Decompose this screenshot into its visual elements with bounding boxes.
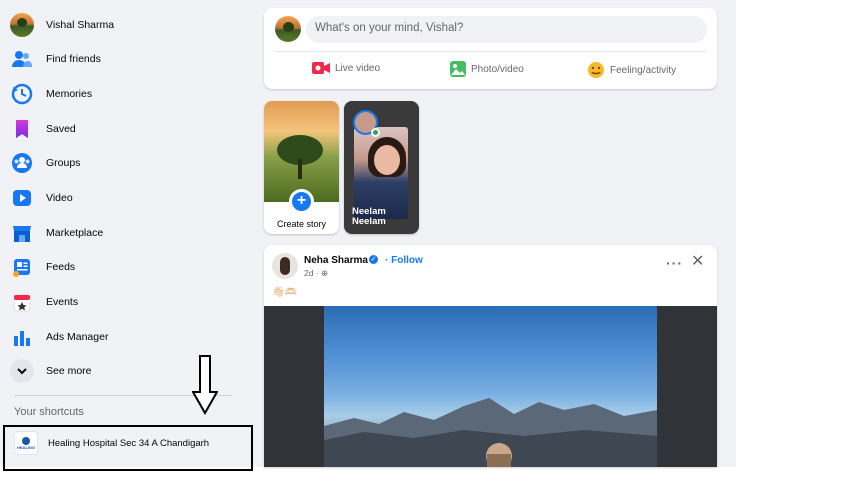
post-media[interactable] [264,306,717,467]
sidebar-item-label: Memories [46,88,93,100]
marketplace-icon [10,221,34,245]
photo-video-button[interactable]: Photo/video [450,61,524,77]
post-photo [324,306,657,467]
see-more-label: See more [46,365,92,377]
photo-video-label: Photo/video [471,63,524,75]
see-more-button[interactable]: See more [10,356,92,386]
create-story-label: Create story [276,219,327,229]
sidebar-profile[interactable]: Vishal Sharma [10,10,114,40]
saved-icon [10,117,34,141]
chevron-down-icon [10,359,34,383]
sidebar-item-find-friends[interactable]: Find friends [10,44,101,74]
down-arrow-annotation-icon [192,355,218,415]
friends-icon [10,47,34,71]
sidebar-item-label: Saved [46,123,76,135]
sidebar-item-label: Ads Manager [46,331,109,343]
shortcut-label: Healing Hospital Sec 34 A Chandigarh [48,437,210,449]
create-story-card[interactable]: + Create story [264,101,339,234]
profile-name: Vishal Sharma [46,19,115,31]
composer-avatar[interactable] [275,16,301,42]
profile-avatar [10,13,34,37]
post-composer: What's on your mind, Vishal? Live video … [264,8,717,89]
live-video-label: Live video [335,62,381,74]
sidebar-item-events[interactable]: Events [10,287,78,317]
shortcut-item-healing-hospital[interactable]: HEALING Healing Hospital Sec 34 A Chandi… [14,428,209,458]
composer-divider [274,51,707,52]
post-time[interactable]: 2d · ⊕ [304,268,328,279]
sidebar-item-saved[interactable]: Saved [10,114,76,144]
sidebar-item-label: Video [46,192,73,204]
post-author-name[interactable]: Neha Sharma [304,255,368,266]
globe-icon: ⊕ [321,268,329,278]
sidebar-item-video[interactable]: Video [10,183,73,213]
verified-badge-icon: ✓ [369,255,378,264]
feeds-icon [10,255,34,279]
friend-story-card[interactable]: Neelam Neelam [344,101,419,234]
sidebar-item-memories[interactable]: Memories [10,79,92,109]
post-text: 👋🏻🫶🏻 [272,287,297,298]
feeling-activity-label: Feeling/activity [610,64,677,76]
sidebar-item-label: Marketplace [46,227,104,239]
live-video-icon [312,62,330,74]
feed-post: Neha Sharma ✓ · Follow 2d · ⊕ ··· ✕ 👋🏻🫶🏻 [264,245,717,467]
sidebar-item-label: Groups [46,157,81,169]
healing-hospital-logo: HEALING [14,431,38,455]
groups-icon [10,151,34,175]
ads-manager-icon [10,325,34,349]
sidebar-item-marketplace[interactable]: Marketplace [10,218,103,248]
sidebar-item-feeds[interactable]: Feeds [10,252,75,282]
sidebar-item-groups[interactable]: Groups [10,148,80,178]
friend-story-name: Neelam Neelam [352,206,386,227]
feeling-icon [588,62,604,78]
post-author-avatar[interactable] [272,253,298,279]
sidebar-item-label: Find friends [46,53,101,65]
sidebar-item-label: Feeds [46,261,76,273]
logo-text: HEALING [17,444,35,450]
feeling-activity-button[interactable]: Feeling/activity [587,61,676,79]
shortcuts-title: Your shortcuts [14,406,84,418]
sidebar-item-ads-manager[interactable]: Ads Manager [10,322,108,352]
photo-video-icon [450,61,466,77]
follow-button[interactable]: · Follow [385,255,423,266]
video-icon [10,186,34,210]
events-icon [10,290,34,314]
whats-on-your-mind-input[interactable]: What's on your mind, Vishal? [306,16,707,43]
online-status-dot [371,128,380,137]
sidebar-item-label: Events [46,296,79,308]
more-options-icon[interactable]: ··· [666,255,683,271]
live-video-button[interactable]: Live video [312,61,380,75]
close-icon[interactable]: ✕ [691,254,704,270]
plus-icon[interactable]: + [289,189,314,214]
create-story-image [264,101,339,202]
memories-icon [10,82,34,106]
